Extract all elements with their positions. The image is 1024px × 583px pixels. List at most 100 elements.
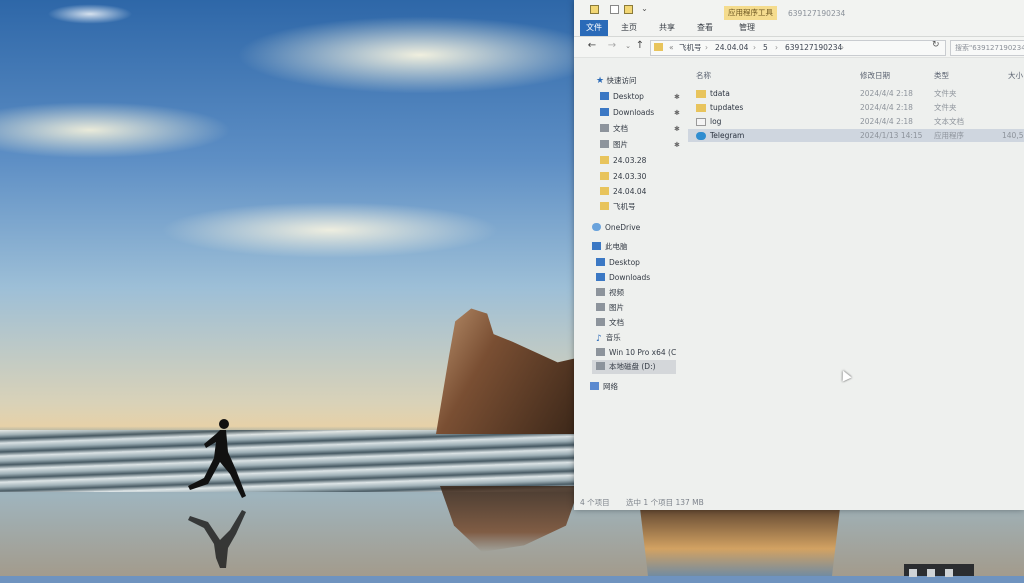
chevron-down-icon[interactable]: ⌄	[640, 5, 649, 14]
pin-icon: ✱	[674, 109, 680, 117]
tab-home[interactable]: 主页	[616, 20, 642, 36]
tab-share[interactable]: 共享	[654, 20, 680, 36]
recent-locations-button[interactable]: ⌄	[622, 40, 634, 52]
breadcrumb-overflow[interactable]: «	[669, 42, 674, 54]
tab-file[interactable]: 文件	[580, 20, 608, 36]
nav-item-music[interactable]: ♪ 音乐	[596, 331, 621, 345]
breadcrumb-item[interactable]: 24.04.04	[715, 42, 748, 54]
table-row[interactable]: log 2024/4/4 2:18 文本文档	[688, 115, 1024, 128]
folder-icon	[600, 156, 609, 164]
back-button[interactable]: ←	[586, 40, 598, 52]
nav-quick-access[interactable]: ★ 快速访问	[596, 74, 636, 88]
address-bar[interactable]: « 飞机号 › 24.04.04 › 5 › 639127190234 ›	[650, 40, 946, 56]
nav-item-label: 音乐	[605, 333, 621, 342]
nav-item-downloads[interactable]: Downloads ✱	[600, 106, 686, 120]
computer-icon	[592, 242, 601, 250]
folder-icon	[600, 202, 609, 210]
selection-info: 选中 1 个项目 137 MB	[626, 498, 704, 507]
video-icon	[596, 288, 605, 296]
desktop-icon	[600, 92, 609, 100]
folder-icon	[696, 104, 706, 112]
nav-network[interactable]: 网络	[590, 380, 618, 394]
nav-item-folder[interactable]: 24.04.04	[600, 185, 646, 199]
picture-icon	[596, 303, 605, 311]
search-input[interactable]: 搜索"639127190234"	[950, 40, 1024, 56]
breadcrumb-item[interactable]: 飞机号	[679, 42, 702, 54]
window-title: 639127190234	[788, 9, 846, 18]
nav-this-pc-label: 此电脑	[605, 242, 628, 251]
nav-quick-access-label: 快速访问	[606, 76, 637, 85]
star-icon: ★	[596, 76, 605, 86]
breadcrumb-item[interactable]: 5	[763, 42, 768, 54]
nav-item-downloads[interactable]: Downloads	[596, 271, 650, 285]
file-date: 2024/4/4 2:18	[860, 117, 913, 126]
nav-onedrive[interactable]: OneDrive	[592, 221, 640, 235]
folder-icon	[696, 90, 706, 98]
nav-item-label: 24.03.28	[613, 156, 647, 165]
column-header-type[interactable]: 类型	[934, 70, 949, 81]
refresh-icon[interactable]: ↻	[932, 40, 940, 50]
nav-item-label: Desktop	[609, 258, 640, 267]
nav-item-label: Win 10 Pro x64 (C	[609, 348, 677, 357]
document-icon	[596, 318, 605, 326]
up-button[interactable]: ↑	[634, 40, 646, 52]
nav-item-label: 图片	[609, 303, 624, 312]
nav-item-label: 24.04.04	[613, 187, 647, 196]
column-header-name[interactable]: 名称	[696, 70, 711, 81]
wallpaper-rock-reflection-right	[640, 508, 840, 576]
nav-item-label: 本地磁盘 (D:)	[609, 362, 656, 371]
tab-view[interactable]: 查看	[692, 20, 718, 36]
context-tab-app-tools[interactable]: 应用程序工具	[724, 6, 777, 20]
file-name: Telegram	[710, 131, 745, 140]
table-row[interactable]: tdata 2024/4/4 2:18 文件夹	[688, 87, 1024, 100]
column-header-size[interactable]: 大小	[1008, 70, 1023, 81]
forward-button[interactable]: →	[606, 40, 618, 52]
nav-item-desktop[interactable]: Desktop	[596, 256, 640, 270]
file-list: 名称 修改日期 类型 大小 tdata 2024/4/4 2:18 文件夹 tu…	[686, 62, 1024, 492]
new-folder-icon[interactable]	[624, 5, 633, 14]
file-type: 应用程序	[934, 131, 964, 140]
nav-item-documents[interactable]: 文档 ✱	[600, 122, 686, 136]
nav-item-videos[interactable]: 视频	[596, 286, 624, 300]
file-date: 2024/4/4 2:18	[860, 103, 913, 112]
nav-item-folder[interactable]: 24.03.30	[600, 170, 646, 184]
nav-item-drive-c[interactable]: Win 10 Pro x64 (C	[596, 346, 676, 360]
column-header-date[interactable]: 修改日期	[860, 70, 890, 81]
nav-item-label: 飞机号	[613, 202, 636, 211]
taskbar-corner	[904, 564, 974, 577]
music-icon: ♪	[596, 334, 602, 344]
table-row[interactable]: Telegram 2024/1/13 14:15 应用程序 140,5	[688, 129, 1024, 142]
nav-item-label: 24.03.30	[613, 172, 647, 181]
nav-item-pictures[interactable]: 图片 ✱	[600, 138, 686, 152]
nav-item-pictures[interactable]: 图片	[596, 301, 624, 315]
folder-icon	[654, 43, 663, 51]
address-row: ← → ⌄ ↑ « 飞机号 › 24.04.04 › 5 › 639127190…	[574, 37, 1024, 58]
nav-this-pc[interactable]: 此电脑	[592, 240, 628, 254]
download-icon	[600, 108, 609, 116]
folder-icon	[600, 187, 609, 195]
navigation-pane: ★ 快速访问 Desktop ✱ Downloads ✱ 文档 ✱ 图片 ✱ 24.03…	[574, 62, 686, 492]
file-name: log	[710, 117, 722, 126]
tab-manage[interactable]: 管理	[734, 20, 760, 36]
properties-icon[interactable]	[610, 5, 619, 14]
breadcrumb-separator: ›	[775, 43, 778, 52]
nav-item-drive-d[interactable]: 本地磁盘 (D:)	[592, 360, 676, 374]
breadcrumb-item[interactable]: 639127190234	[785, 42, 842, 54]
item-count: 4 个项目	[580, 498, 610, 507]
table-row[interactable]: tupdates 2024/4/4 2:18 文件夹	[688, 101, 1024, 114]
file-size: 140,5	[1002, 131, 1024, 140]
nav-item-desktop[interactable]: Desktop ✱	[600, 90, 686, 104]
title-bar: ⌄ 应用程序工具 639127190234	[574, 0, 1024, 20]
nav-item-folder[interactable]: 24.03.28	[600, 154, 646, 168]
nav-item-label: Downloads	[609, 273, 651, 282]
folder-icon[interactable]	[590, 5, 599, 14]
file-explorer-window: ⌄ 应用程序工具 639127190234 文件 主页 共享 查看 管理 ← →…	[574, 0, 1024, 510]
cloud-icon	[592, 223, 601, 231]
file-type: 文本文档	[934, 117, 964, 126]
text-file-icon	[696, 118, 706, 126]
nav-item-folder[interactable]: 飞机号	[600, 200, 636, 214]
nav-item-documents[interactable]: 文档	[596, 316, 624, 330]
file-type: 文件夹	[934, 89, 957, 98]
network-icon	[590, 382, 599, 390]
nav-item-label: Desktop	[613, 92, 644, 101]
